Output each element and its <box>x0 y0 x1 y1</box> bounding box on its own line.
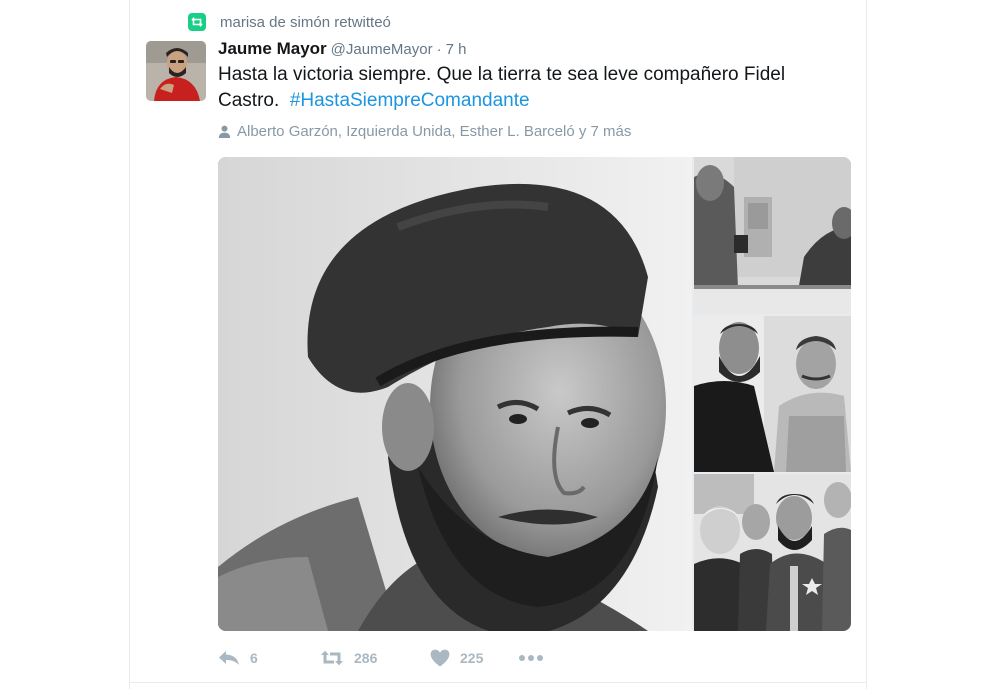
heart-icon <box>430 649 450 667</box>
tweet-card[interactable]: marisa de simón retwitteó Jaume Mayor @J… <box>129 0 867 689</box>
photo-secondary-3[interactable] <box>694 474 851 631</box>
retweet-context: marisa de simón retwitteó <box>188 13 391 31</box>
header-separator: · <box>436 41 442 58</box>
retweet-icon <box>188 13 206 31</box>
like-button[interactable]: 225 <box>430 649 518 667</box>
more-icon <box>519 655 543 661</box>
retweet-icon <box>321 650 343 666</box>
hashtag-link[interactable]: #HastaSiempreComandante <box>290 90 530 111</box>
retweet-button[interactable]: 286 <box>320 650 430 666</box>
person-icon <box>218 125 231 138</box>
avatar[interactable] <box>146 41 206 101</box>
reply-count: 6 <box>250 650 258 666</box>
author-name[interactable]: Jaume Mayor <box>218 39 327 59</box>
tagged-users-text: Alberto Garzón, Izquierda Unida, Esther … <box>237 123 632 140</box>
reply-button[interactable]: 6 <box>218 649 320 667</box>
retweet-context-text[interactable]: marisa de simón retwitteó <box>220 14 391 31</box>
card-divider <box>130 682 866 683</box>
photo-secondary-2[interactable] <box>694 316 851 472</box>
reply-icon <box>219 651 239 665</box>
tweet-timestamp[interactable]: 7 h <box>446 41 467 58</box>
author-handle[interactable]: @JaumeMayor <box>331 41 433 58</box>
like-count: 225 <box>460 650 484 666</box>
page: marisa de simón retwitteó Jaume Mayor @J… <box>0 0 997 689</box>
retweet-count: 286 <box>354 650 378 666</box>
tweet-actions: 6 286 225 <box>218 646 548 670</box>
more-button[interactable] <box>518 654 548 662</box>
photo-main[interactable] <box>218 157 692 631</box>
tweet-text: Hasta la victoria siempre. Que la tierra… <box>218 62 848 114</box>
tweet-header: Jaume Mayor @JaumeMayor · 7 h <box>218 39 466 59</box>
media-grid <box>218 157 851 631</box>
tagged-users[interactable]: Alberto Garzón, Izquierda Unida, Esther … <box>218 123 631 140</box>
photo-secondary-1[interactable] <box>694 157 851 314</box>
